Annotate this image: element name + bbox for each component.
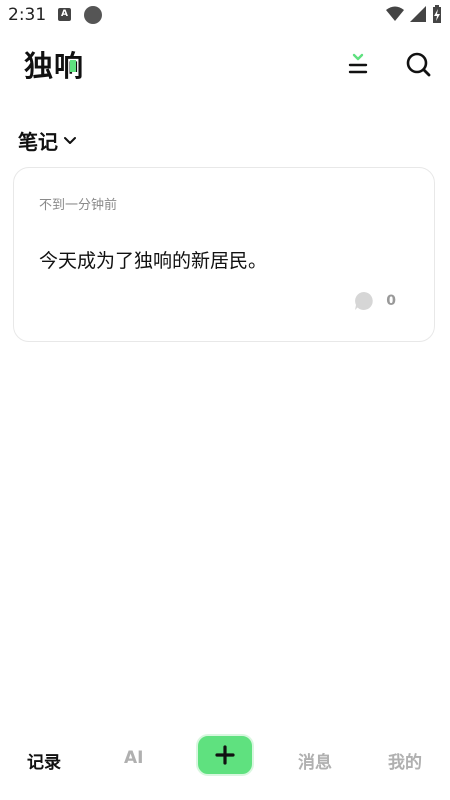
nav-tab-messages[interactable]: 消息 [298,748,332,773]
search-icon[interactable] [404,50,432,78]
note-card[interactable]: 不到一分钟前 今天成为了独响的新居民。 0 [13,167,435,342]
note-timestamp: 不到一分钟前 [39,198,118,213]
svg-text:独: 独 [24,49,53,82]
bottom-nav: 记录 AI 消息 我的 [0,720,450,800]
status-bar: 2:31 A [0,0,450,30]
comment-count: 0 [386,293,396,309]
nav-tab-records[interactable]: 记录 [27,748,61,773]
note-content: 今天成为了独响的新居民。 [39,250,268,272]
chevron-down-icon [64,136,76,144]
sort-icon[interactable] [344,50,372,78]
add-button[interactable] [196,734,254,776]
cellular-signal-icon [410,6,426,22]
comment-button[interactable]: 0 [354,291,396,311]
notification-dot-icon [84,6,102,24]
section-dropdown[interactable]: 笔记 [18,126,76,155]
battery-charging-icon [433,5,441,23]
notification-a-icon: A [58,8,71,21]
status-icons [386,5,442,23]
section-label: 笔记 [18,130,58,154]
nav-tab-ai[interactable]: AI [124,748,143,768]
plus-icon [215,745,235,765]
nav-tab-mine[interactable]: 我的 [388,748,422,773]
app-logo: 独 响 [24,48,86,86]
status-time: 2:31 [8,5,47,25]
comment-icon [355,292,373,310]
svg-text:响: 响 [54,49,83,82]
wifi-icon [386,6,404,21]
